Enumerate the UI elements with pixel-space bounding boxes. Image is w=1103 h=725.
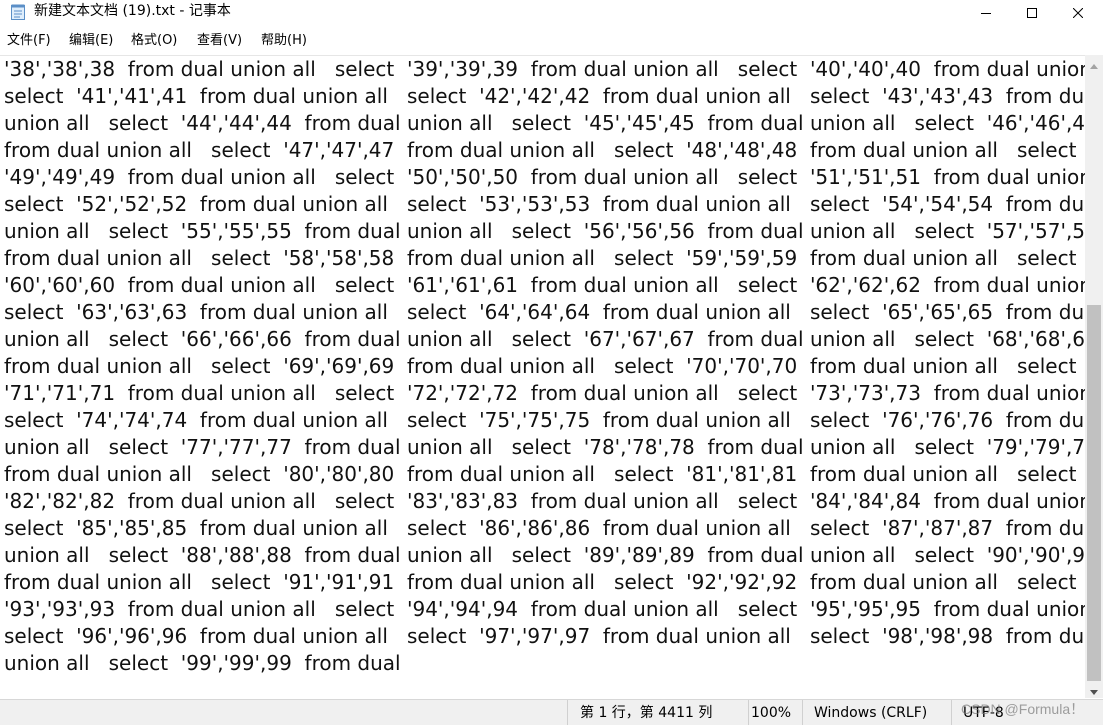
text-line: union all select '77','77',77 from dual … xyxy=(4,435,1085,459)
text-line: union all select '99','99',99 from dual xyxy=(4,651,401,675)
text-line: select '96','96',96 from dual union all … xyxy=(4,624,1085,648)
menu-view[interactable]: 查看(V) xyxy=(197,33,242,49)
text-line: '49','49',49 from dual union all select … xyxy=(4,165,1085,189)
text-line: union all select '66','66',66 from dual … xyxy=(4,327,1085,351)
text-line: '93','93',93 from dual union all select … xyxy=(4,597,1085,621)
close-button[interactable] xyxy=(1055,0,1101,24)
menu-help[interactable]: 帮助(H) xyxy=(261,33,307,49)
menu-file[interactable]: 文件(F) xyxy=(7,33,51,49)
menu-format[interactable]: 格式(O) xyxy=(131,33,177,49)
vertical-scrollbar[interactable] xyxy=(1085,55,1103,698)
line-ending: Windows (CRLF) xyxy=(814,705,928,721)
scrollbar-thumb[interactable] xyxy=(1087,305,1101,681)
menu-edit[interactable]: 编辑(E) xyxy=(69,33,113,49)
text-line: union all select '55','55',55 from dual … xyxy=(4,219,1085,243)
text-editor[interactable]: '38','38',38 from dual union all select … xyxy=(0,55,1085,698)
zoom-level: 100% xyxy=(751,705,792,721)
text-line: select '85','85',85 from dual union all … xyxy=(4,516,1085,540)
watermark: CSDN @Formula！ xyxy=(961,701,1085,717)
scroll-down-button[interactable] xyxy=(1085,681,1103,698)
window-title: 新建文本文档 (19).txt - 记事本 xyxy=(34,3,231,19)
text-line: select '52','52',52 from dual union all … xyxy=(4,192,1085,216)
status-bar: 第 1 行，第 4411 列 100% Windows (CRLF) UTF-8… xyxy=(0,699,1103,725)
scroll-up-button[interactable] xyxy=(1085,55,1103,72)
notepad-icon xyxy=(11,4,25,20)
minimize-icon xyxy=(981,3,991,22)
maximize-icon xyxy=(1027,3,1037,22)
text-line: '82','82',82 from dual union all select … xyxy=(4,489,1085,513)
text-line: '60','60',60 from dual union all select … xyxy=(4,273,1085,297)
text-line: from dual union all select '47','47',47 … xyxy=(4,138,1077,162)
close-icon xyxy=(1072,3,1084,22)
scroll-up-arrow-icon xyxy=(1090,54,1098,73)
maximize-button[interactable] xyxy=(1009,0,1055,24)
text-line: select '41','41',41 from dual union all … xyxy=(4,84,1085,108)
minimize-button[interactable] xyxy=(963,0,1009,24)
status-zoom-segment: 100% xyxy=(748,700,802,725)
text-line: '38','38',38 from dual union all select … xyxy=(4,57,1085,81)
text-line: select '74','74',74 from dual union all … xyxy=(4,408,1085,432)
text-line: from dual union all select '69','69',69 … xyxy=(4,354,1077,378)
status-position-segment: 第 1 行，第 4411 列 xyxy=(567,700,748,725)
text-line: from dual union all select '91','91',91 … xyxy=(4,570,1077,594)
status-encoding-segment: UTF-8 CSDN @Formula！ xyxy=(951,700,1103,725)
menu-bar: 文件(F) 编辑(E) 格式(O) 查看(V) 帮助(H) xyxy=(0,30,1103,52)
text-line: from dual union all select '58','58',58 … xyxy=(4,246,1077,270)
status-line-ending-segment: Windows (CRLF) xyxy=(802,700,951,725)
text-line: union all select '88','88',88 from dual … xyxy=(4,543,1085,567)
text-line: from dual union all select '80','80',80 … xyxy=(4,462,1077,486)
cursor-position: 第 1 行，第 4411 列 xyxy=(580,705,713,721)
text-line: '71','71',71 from dual union all select … xyxy=(4,381,1085,405)
text-line: union all select '44','44',44 from dual … xyxy=(4,111,1085,135)
scroll-down-arrow-icon xyxy=(1090,680,1098,699)
title-bar[interactable]: 新建文本文档 (19).txt - 记事本 xyxy=(0,0,1103,24)
text-line: select '63','63',63 from dual union all … xyxy=(4,300,1085,324)
